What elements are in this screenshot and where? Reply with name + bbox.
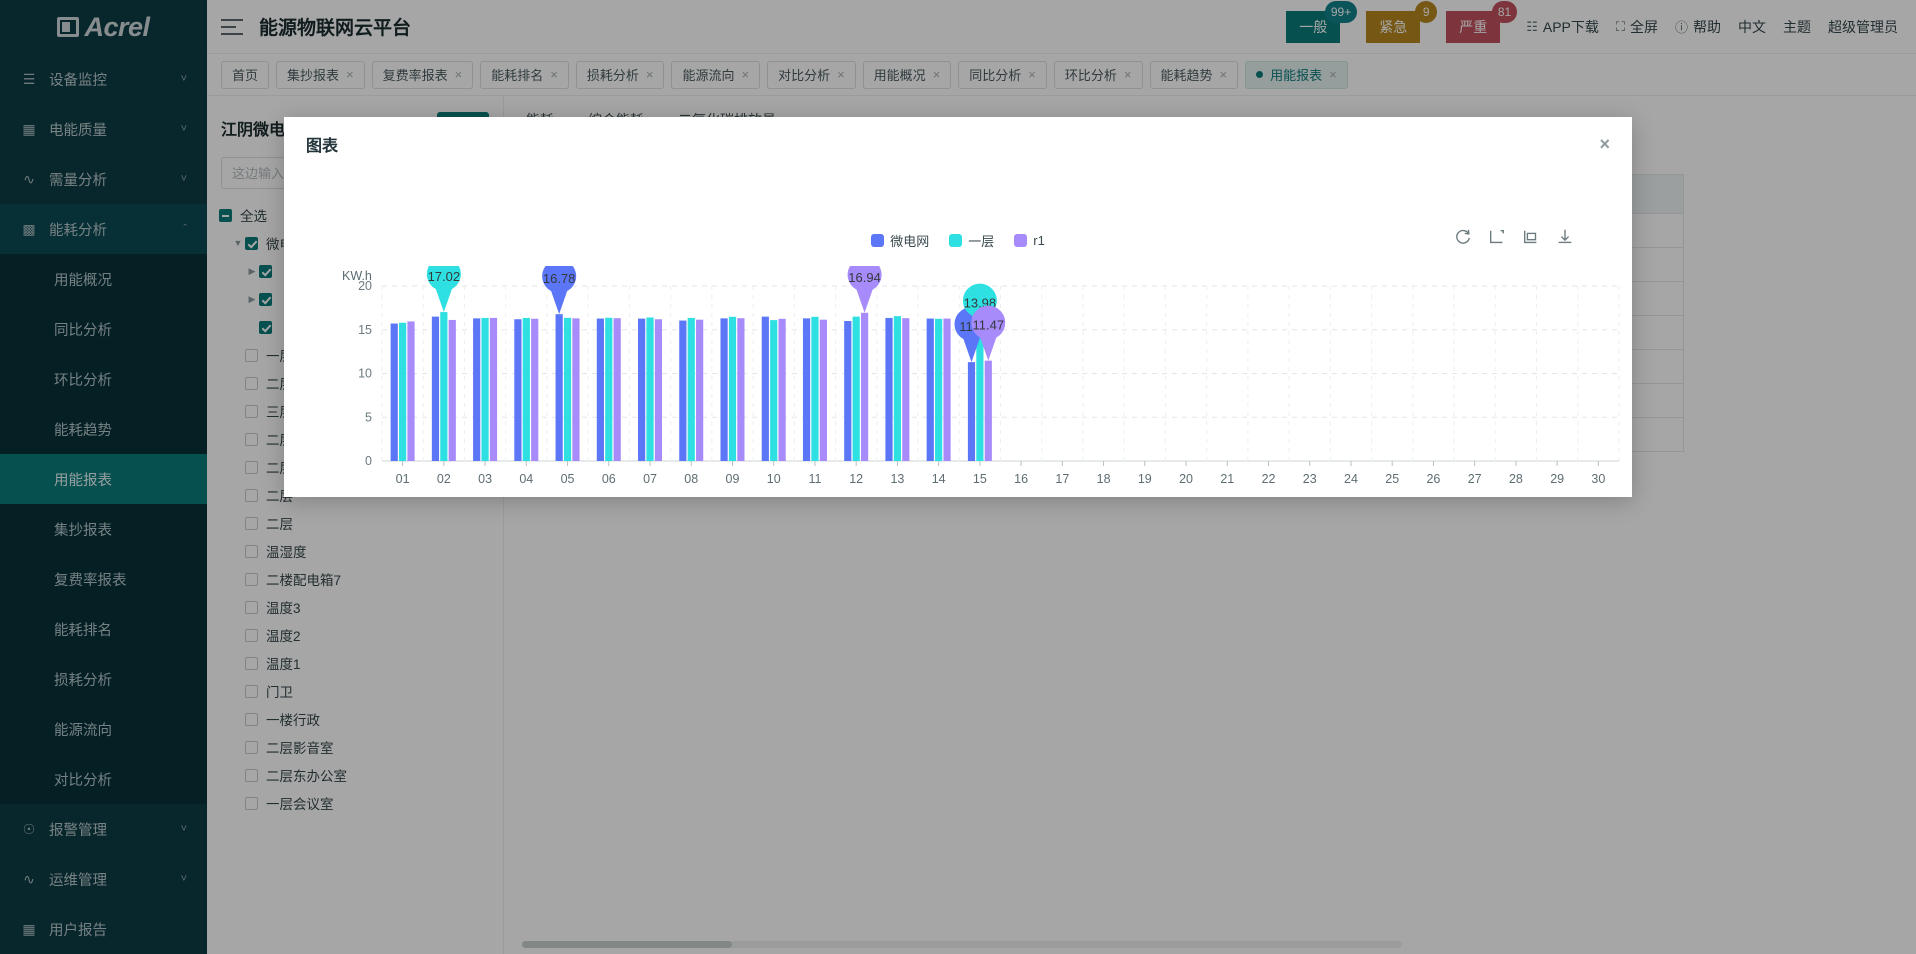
- download-icon[interactable]: [1556, 228, 1574, 246]
- svg-text:5: 5: [365, 410, 372, 424]
- legend-swatch-icon: [949, 234, 963, 247]
- svg-text:28: 28: [1509, 472, 1523, 486]
- legend-item-yiceng[interactable]: 一层: [949, 231, 994, 250]
- svg-text:25: 25: [1385, 472, 1399, 486]
- svg-text:19: 19: [1138, 472, 1152, 486]
- legend-swatch-icon: [1014, 234, 1028, 247]
- svg-text:20: 20: [358, 279, 372, 293]
- svg-text:13: 13: [890, 472, 904, 486]
- data-view-icon[interactable]: [1488, 228, 1506, 246]
- svg-text:29: 29: [1550, 472, 1564, 486]
- legend-swatch-icon: [871, 234, 885, 247]
- svg-text:23: 23: [1303, 472, 1317, 486]
- svg-text:18: 18: [1097, 472, 1111, 486]
- legend-item-weidianwang[interactable]: 微电网: [871, 231, 929, 250]
- modal-header: 图表 ×: [284, 117, 1632, 171]
- svg-text:15: 15: [358, 323, 372, 337]
- svg-text:21: 21: [1220, 472, 1234, 486]
- svg-text:04: 04: [519, 472, 533, 486]
- restore-icon[interactable]: [1522, 228, 1540, 246]
- legend-label: 一层: [968, 234, 995, 249]
- svg-text:10: 10: [767, 472, 781, 486]
- chart-container: 微电网 一层 r1 KW.h 0 5 10 15 20 01 02 03 04 …: [284, 171, 1632, 497]
- svg-text:20: 20: [1179, 472, 1193, 486]
- svg-text:26: 26: [1426, 472, 1440, 486]
- modal-title: 图表: [306, 138, 339, 155]
- svg-text:01: 01: [396, 472, 410, 486]
- svg-text:12: 12: [849, 472, 863, 486]
- legend-label: 微电网: [890, 234, 930, 249]
- close-icon[interactable]: ×: [1599, 135, 1610, 153]
- svg-text:30: 30: [1591, 472, 1605, 486]
- svg-text:24: 24: [1344, 472, 1358, 486]
- svg-text:08: 08: [684, 472, 698, 486]
- chart-toolbox: [1454, 228, 1574, 246]
- svg-text:05: 05: [561, 472, 575, 486]
- svg-text:17.02: 17.02: [428, 269, 461, 284]
- legend-label: r1: [1033, 233, 1045, 248]
- app-root: Acrel ☰ 设备监控 ˅ ▦ 电能质量 ˅ ∿ 需量分析 ˅ ▩ 能耗分析 …: [0, 0, 1916, 954]
- legend-item-r1[interactable]: r1: [1014, 231, 1045, 250]
- svg-text:11: 11: [808, 472, 821, 486]
- svg-text:22: 22: [1262, 472, 1276, 486]
- svg-text:11.47: 11.47: [972, 318, 1004, 333]
- svg-text:16: 16: [1014, 472, 1028, 486]
- svg-text:17: 17: [1055, 472, 1069, 486]
- svg-text:09: 09: [726, 472, 740, 486]
- chart-legend: 微电网 一层 r1: [284, 231, 1632, 250]
- svg-text:14: 14: [932, 472, 946, 486]
- svg-text:15: 15: [973, 472, 987, 486]
- svg-text:10: 10: [358, 367, 372, 381]
- refresh-icon[interactable]: [1454, 228, 1472, 246]
- chart-plot: KW.h0510152001 02 03 04 05 06 07 08 09 10 11 12 13 14…: [342, 266, 1620, 486]
- chart-modal: 图表 × 微电网 一层 r1 KW.h 0 5 10 15 20 01 02 0…: [284, 117, 1632, 497]
- svg-text:0: 0: [365, 454, 372, 468]
- svg-text:07: 07: [643, 472, 657, 486]
- svg-text:03: 03: [478, 472, 492, 486]
- svg-text:16.94: 16.94: [848, 270, 881, 285]
- svg-text:27: 27: [1468, 472, 1482, 486]
- svg-text:02: 02: [437, 472, 451, 486]
- svg-text:16.78: 16.78: [543, 271, 576, 286]
- svg-text:06: 06: [602, 472, 616, 486]
